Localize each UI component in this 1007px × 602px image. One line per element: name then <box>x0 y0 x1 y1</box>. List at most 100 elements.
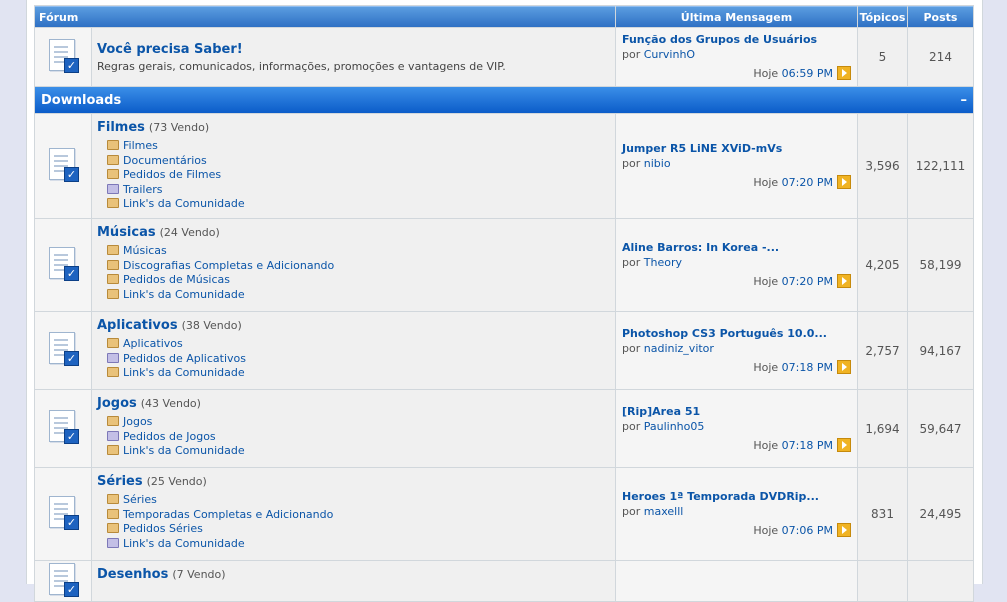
category-title[interactable]: Downloads <box>41 93 121 108</box>
last-post-title-link[interactable]: Jumper R5 LiNE XViD-mVs <box>622 142 851 155</box>
go-to-last-post-icon[interactable] <box>837 175 851 189</box>
last-post-cell: Jumper R5 LiNE XViD-mVs por nibio Hoje 0… <box>616 114 857 218</box>
last-post-title-link[interactable]: Photoshop CS3 Português 10.0... <box>622 327 851 340</box>
forum-title-link[interactable]: Séries <box>97 474 143 489</box>
posts-column-header: Posts <box>908 6 973 27</box>
subforum-link[interactable]: Link's da Comunidade <box>123 444 245 457</box>
forum-title-link[interactable]: Filmes <box>97 120 145 135</box>
posts-count: 214 <box>908 28 973 86</box>
subforum-link[interactable]: Pedidos Séries <box>123 522 203 535</box>
subforum-link[interactable]: Trailers <box>123 183 163 196</box>
last-post-date: Hoje 07:18 PM <box>622 437 851 453</box>
last-post-time: 06:59 PM <box>781 67 833 80</box>
folder-icon <box>107 445 119 455</box>
forum-status-cell: ✓ <box>35 114 91 218</box>
last-post-day: Hoje <box>753 360 779 374</box>
go-to-last-post-icon[interactable] <box>837 66 851 80</box>
last-post-day: Hoje <box>753 67 779 80</box>
by-label: por <box>622 157 641 170</box>
forum-row: ✓ Desenhos (7 Vendo) <box>35 561 973 601</box>
subforum-link[interactable]: Filmes <box>123 139 158 152</box>
forum-status-cell: ✓ <box>35 390 91 467</box>
by-label: por <box>622 419 641 433</box>
subforum-link[interactable]: Músicas <box>123 244 167 257</box>
forum-title-link[interactable]: Músicas <box>97 225 156 240</box>
forum-new-posts-icon[interactable]: ✓ <box>47 332 79 366</box>
last-post-user-link[interactable]: CurvinhO <box>644 48 695 61</box>
forum-row: ✓ Músicas (24 Vendo) Músicas Discografias … <box>35 219 973 311</box>
forum-title-link[interactable]: Desenhos <box>97 567 168 582</box>
last-post-title-link[interactable]: Aline Barros: In Korea -... <box>622 241 851 254</box>
subforum-link[interactable]: Link's da Comunidade <box>123 537 245 550</box>
subforum-link[interactable]: Link's da Comunidade <box>123 366 245 379</box>
subforum-item: Séries <box>107 493 615 508</box>
forum-new-posts-icon[interactable]: ✓ <box>47 410 79 444</box>
subforum-link[interactable]: Séries <box>123 493 157 506</box>
last-post-title-link[interactable]: [Rip]Area 51 <box>622 405 851 418</box>
subforum-list: Filmes Documentários Pedidos de Filmes Trai… <box>107 139 615 212</box>
subforum-link[interactable]: Pedidos de Filmes <box>123 168 221 181</box>
collapse-category-button[interactable]: – <box>961 93 968 108</box>
forum-status-cell: ✓ <box>35 219 91 311</box>
subforum-link[interactable]: Documentários <box>123 154 207 167</box>
posts-count: 24,495 <box>908 468 973 560</box>
forum-new-posts-icon[interactable]: ✓ <box>47 562 79 597</box>
subforum-link[interactable]: Pedidos de Aplicativos <box>123 352 246 365</box>
last-post-author: por CurvinhO <box>622 48 851 61</box>
subforum-item: Pedidos Séries <box>107 522 615 537</box>
subforum-item: Pedidos de Aplicativos <box>107 352 615 367</box>
forum-viewing-count: (43 Vendo) <box>140 397 201 410</box>
forum-title-link[interactable]: Aplicativos <box>97 318 178 333</box>
forum-title-link[interactable]: Você precisa Saber! <box>97 42 243 57</box>
go-to-last-post-icon[interactable] <box>837 359 851 374</box>
forum-info-cell: Jogos (43 Vendo) Jogos Pedidos de Jogos Lin… <box>92 390 615 467</box>
folder-icon <box>107 245 119 255</box>
folder-icon <box>107 140 119 150</box>
subforum-link[interactable]: Pedidos de Músicas <box>123 273 230 286</box>
forum-new-posts-icon[interactable]: ✓ <box>47 147 79 182</box>
forum-row: ✓ Filmes (73 Vendo) Filmes Documentários Pe… <box>35 114 973 218</box>
subforum-item: Trailers <box>107 183 615 198</box>
subforum-link[interactable]: Temporadas Completas e Adicionando <box>123 508 333 521</box>
last-post-user-link[interactable]: maxelll <box>644 505 684 518</box>
folder-icon <box>107 198 119 208</box>
posts-count <box>908 561 973 601</box>
forum-description: Regras gerais, comunicados, informações,… <box>97 59 506 73</box>
last-post-time: 07:20 PM <box>781 176 833 189</box>
folder-icon <box>107 169 119 179</box>
last-post-title-link[interactable]: Heroes 1ª Temporada DVDRip... <box>622 490 851 503</box>
subforum-link[interactable]: Link's da Comunidade <box>123 288 245 301</box>
forum-column-header: Fórum <box>35 6 615 27</box>
last-post-user-link[interactable]: nibio <box>644 157 671 170</box>
subforum-link[interactable]: Discografias Completas e Adicionando <box>123 259 334 272</box>
last-post-author: por nibio <box>622 157 851 170</box>
last-post-user-link[interactable]: Paulinho05 <box>644 420 705 433</box>
go-to-last-post-icon[interactable] <box>837 437 851 452</box>
last-post-day: Hoje <box>753 524 779 537</box>
last-post-author: por nadiniz_vitor <box>622 342 851 355</box>
go-to-last-post-icon[interactable] <box>837 274 851 288</box>
forum-status-cell: ✓ <box>35 468 91 560</box>
subforum-link[interactable]: Pedidos de Jogos <box>123 430 216 443</box>
go-to-last-post-icon[interactable] <box>837 523 851 537</box>
subforum-link[interactable]: Link's da Comunidade <box>123 197 245 210</box>
last-post-author: por Theory <box>622 256 851 269</box>
subforum-item: Link's da Comunidade <box>107 288 615 303</box>
subforum-link[interactable]: Jogos <box>123 415 152 428</box>
forum-title-link[interactable]: Jogos <box>97 396 137 411</box>
threads-count: 4,205 <box>858 219 907 311</box>
forum-new-posts-icon[interactable]: ✓ <box>47 246 79 281</box>
subforum-item: Pedidos de Jogos <box>107 430 615 445</box>
last-post-user-link[interactable]: Theory <box>644 256 682 269</box>
last-post-user-link[interactable]: nadiniz_vitor <box>644 342 714 355</box>
forum-new-posts-icon[interactable]: ✓ <box>47 38 79 73</box>
last-post-title-link[interactable]: Função dos Grupos de Usuários <box>622 33 851 46</box>
forum-row-top: ✓ Você precisa Saber! Regras gerais, com… <box>35 28 973 86</box>
forum-viewing-count: (7 Vendo) <box>172 568 226 581</box>
folder-icon <box>107 288 119 299</box>
folder-icon <box>107 259 119 270</box>
forum-info-cell: Você precisa Saber! Regras gerais, comun… <box>92 28 615 86</box>
forum-new-posts-icon[interactable]: ✓ <box>47 495 79 530</box>
folder-purple-icon <box>107 352 119 363</box>
subforum-link[interactable]: Aplicativos <box>123 337 183 350</box>
